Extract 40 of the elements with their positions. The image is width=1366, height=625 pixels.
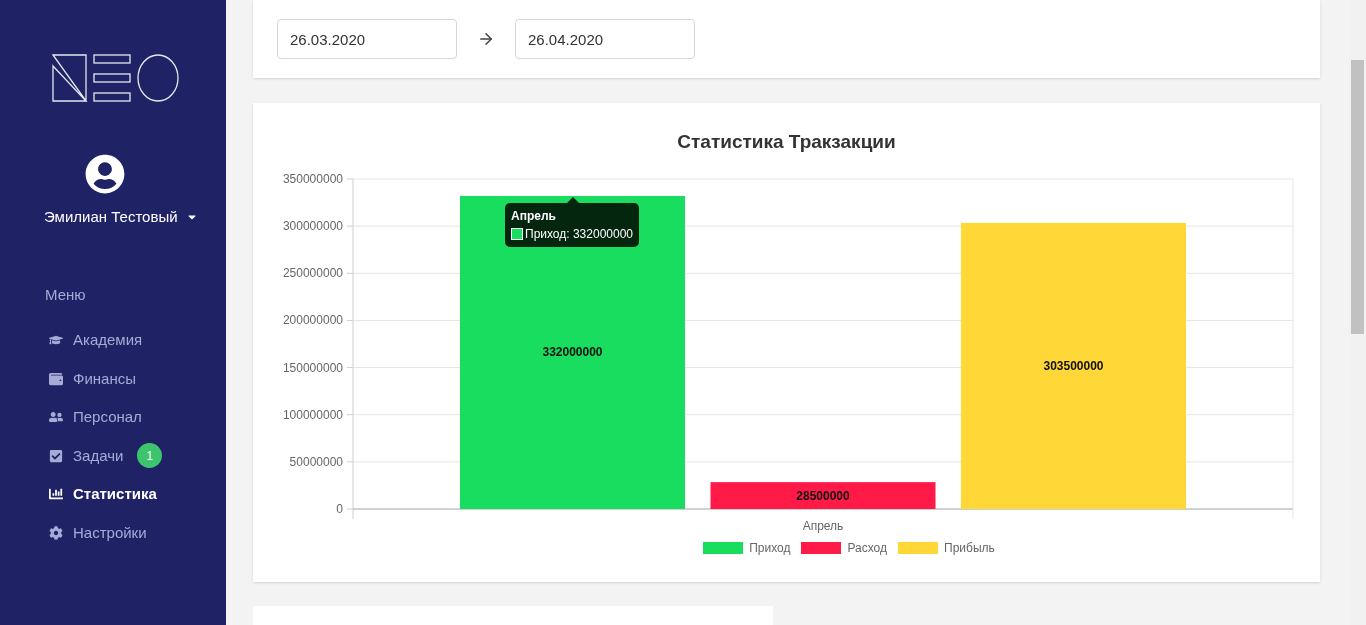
menu-item[interactable]: Настройки [49, 513, 147, 552]
bar-chart-icon [49, 487, 63, 502]
menu-item[interactable]: Финансы [49, 359, 136, 398]
chart-title: Статистика Тракзакции [676, 130, 897, 155]
legend-item[interactable]: Приход [703, 538, 791, 557]
legend-label: Расход [847, 539, 888, 557]
y-tick-label: 300000000 [282, 218, 343, 233]
x-category-label: Апрель [802, 518, 844, 533]
date-from-field[interactable]: 26.03.2020 [277, 19, 457, 60]
y-tick-label: 150000000 [282, 360, 343, 375]
user-menu-button[interactable]: Эмилиан Тестовый [44, 206, 198, 229]
y-tick-label: 100000000 [282, 407, 343, 422]
y-tick-label: 200000000 [282, 313, 343, 328]
legend-item[interactable]: Прибыль [898, 538, 995, 557]
legend-label: Прибыль [944, 539, 995, 557]
wallet-icon [49, 371, 63, 386]
bar-value-label: 303500000 [1043, 358, 1104, 373]
menu-item[interactable]: Статистика [49, 475, 157, 514]
legend-label: Приход [749, 539, 791, 557]
tooltip-swatch [511, 227, 523, 240]
bar-value-label: 332000000 [542, 345, 603, 360]
menu-item[interactable]: Персонал [49, 398, 142, 437]
y-tick-label: 350000000 [282, 171, 343, 186]
scrollbar-thumb[interactable] [1351, 60, 1364, 334]
people-icon [49, 410, 63, 425]
menu-item[interactable]: Академия [49, 321, 143, 360]
date-to-field[interactable]: 26.04.2020 [515, 19, 695, 60]
legend-item[interactable]: Расход [801, 538, 888, 557]
settings-icon [49, 525, 63, 540]
y-tick-label: 0 [336, 501, 343, 516]
menu-heading: Меню [45, 284, 87, 305]
menu-item[interactable]: Задачи 1 [49, 436, 163, 475]
bar-value-label: 28500000 [796, 488, 850, 503]
avatar-icon [85, 154, 125, 194]
y-tick-label: 250000000 [282, 266, 343, 281]
count-badge: 1 [137, 443, 163, 469]
checkbox-icon [49, 448, 63, 463]
tooltip-text: Приход: 332000000 [525, 225, 633, 243]
y-tick-label: 50000000 [289, 454, 343, 469]
tooltip-title: Апрель [511, 207, 557, 225]
